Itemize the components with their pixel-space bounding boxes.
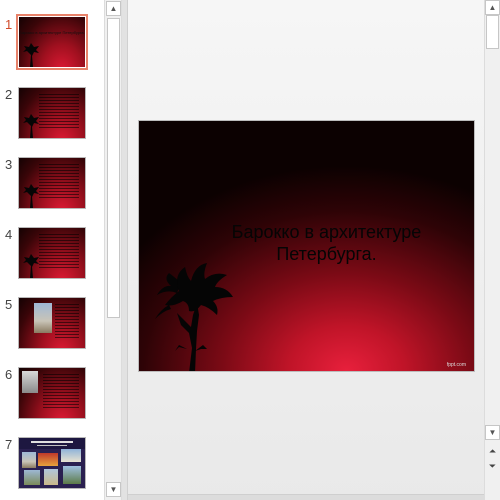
slide-thumbnails-panel: 1 Барокко в архитектуре Петербурга. 2 3 bbox=[0, 0, 104, 500]
thumbnail-frame[interactable] bbox=[18, 87, 86, 139]
thumbnail-preview bbox=[19, 228, 85, 278]
tree-silhouette-icon bbox=[23, 114, 39, 138]
building-photo bbox=[63, 466, 81, 484]
current-slide[interactable]: Барокко в архитектуре Петербурга. fppt.c… bbox=[138, 120, 475, 372]
thumbnail-preview bbox=[19, 298, 85, 348]
tree-silhouette-icon bbox=[155, 263, 233, 371]
slide-number: 6 bbox=[5, 367, 13, 382]
thumbnail-frame[interactable] bbox=[18, 367, 86, 419]
building-photo bbox=[24, 470, 40, 485]
thumbnail-preview bbox=[19, 88, 85, 138]
tree-silhouette-icon bbox=[23, 43, 39, 67]
thumbnail-preview bbox=[19, 368, 85, 418]
slide-thumbnail-6[interactable]: 6 bbox=[0, 367, 104, 427]
tree-silhouette-icon bbox=[23, 184, 39, 208]
slide-number: 1 bbox=[5, 17, 13, 32]
slide-title-line-1: Барокко в архитектуре bbox=[231, 222, 422, 242]
thumbnail-preview bbox=[19, 438, 85, 488]
building-photo bbox=[38, 453, 58, 466]
thumbnails-scrollbar[interactable]: ▲ ▼ bbox=[104, 0, 122, 500]
slide-number: 7 bbox=[5, 437, 13, 452]
building-photo bbox=[61, 449, 81, 462]
arrow-up-icon[interactable]: ▲ bbox=[485, 0, 500, 15]
double-chevron-up-icon[interactable]: ⏶ bbox=[485, 444, 500, 458]
thumbnail-frame[interactable] bbox=[18, 227, 86, 279]
slide-thumbnail-4[interactable]: 4 bbox=[0, 227, 104, 287]
thumbnail-preview bbox=[19, 158, 85, 208]
editor-scrollbar[interactable]: ▲ ▼ ⏶ ⏷ bbox=[484, 0, 500, 500]
arrow-down-icon[interactable]: ▼ bbox=[485, 425, 500, 440]
thumbnail-frame[interactable] bbox=[18, 157, 86, 209]
slide-number: 2 bbox=[5, 87, 13, 102]
building-photo bbox=[22, 452, 36, 468]
slide-thumbnail-5[interactable]: 5 bbox=[0, 297, 104, 357]
slide-thumbnail-2[interactable]: 2 bbox=[0, 87, 104, 147]
arrow-down-icon[interactable]: ▼ bbox=[106, 482, 121, 497]
arrow-up-icon[interactable]: ▲ bbox=[106, 1, 121, 16]
slide-thumbnail-3[interactable]: 3 bbox=[0, 157, 104, 217]
slide-number: 4 bbox=[5, 227, 13, 242]
thumbnail-frame[interactable] bbox=[18, 437, 86, 489]
slide-thumbnail-1[interactable]: 1 Барокко в архитектуре Петербурга. bbox=[0, 14, 104, 77]
tree-silhouette-icon bbox=[23, 254, 39, 278]
scrollbar-thumb[interactable] bbox=[486, 15, 499, 49]
church-photo bbox=[34, 303, 52, 333]
portrait-photo bbox=[22, 371, 38, 393]
slide-thumbnail-7[interactable]: 7 bbox=[0, 437, 104, 497]
double-chevron-down-icon[interactable]: ⏷ bbox=[485, 459, 500, 473]
slide-editing-area: Барокко в архитектуре Петербурга. fppt.c… bbox=[128, 0, 484, 500]
template-logo: fppt.com bbox=[446, 362, 466, 368]
thumbnail-frame[interactable] bbox=[18, 297, 86, 349]
slide-number: 3 bbox=[5, 157, 13, 172]
thumbnail-preview: Барокко в архитектуре Петербурга. bbox=[19, 17, 85, 67]
building-photo bbox=[44, 469, 58, 485]
thumbnail-frame[interactable]: Барокко в архитектуре Петербурга. bbox=[16, 14, 88, 70]
thumbnail-title: Барокко в архитектуре Петербурга. bbox=[19, 30, 85, 35]
scrollbar-thumb[interactable] bbox=[107, 18, 120, 318]
horizontal-scroll-area bbox=[128, 494, 484, 500]
slide-number: 5 bbox=[5, 297, 13, 312]
